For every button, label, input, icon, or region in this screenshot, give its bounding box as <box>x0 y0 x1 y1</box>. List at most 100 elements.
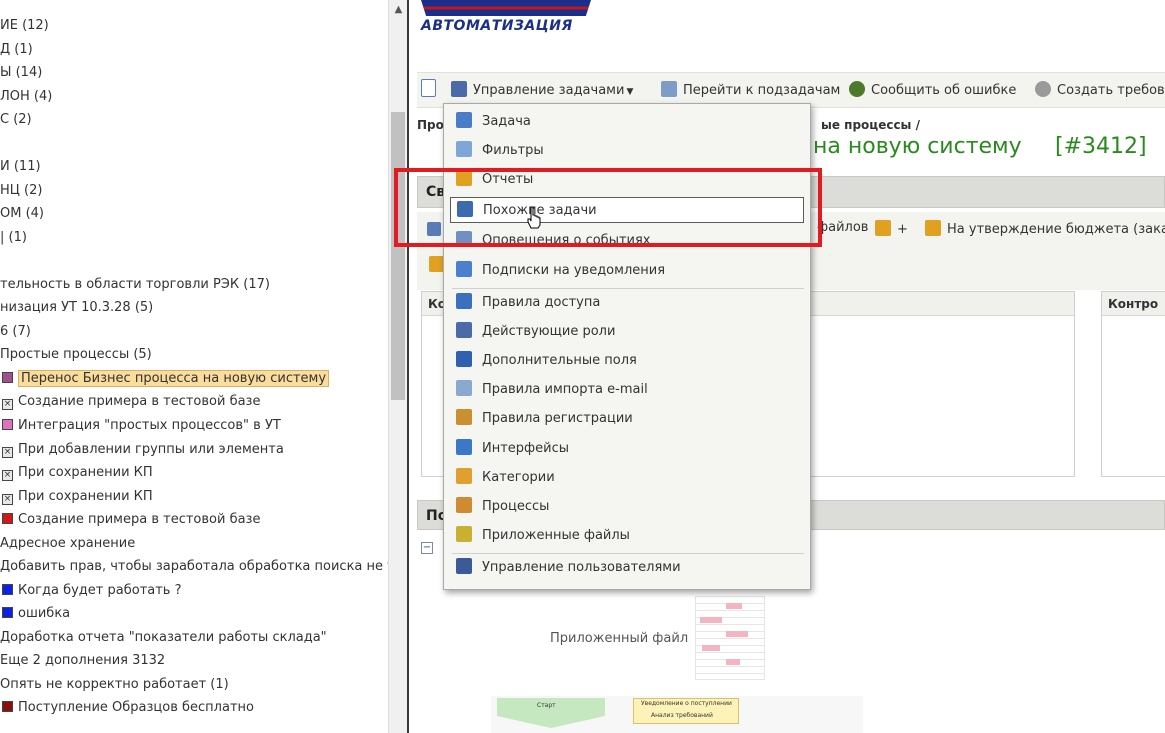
process-diagram-thumbnail[interactable]: Старт Уведомление о поступлении Анализ т… <box>491 696 863 733</box>
status-marker-icon <box>2 513 13 524</box>
tree-item[interactable]: Еще 2 дополнения 3132 <box>0 651 165 671</box>
tree-item[interactable]: Простые процессы (5) <box>0 345 152 365</box>
right-info-panel: Контро <box>1101 291 1165 477</box>
budget-approval-label: На утверждение бюджета (зака <box>947 222 1165 237</box>
menu-separator <box>452 288 804 289</box>
tree-item-label: тельность в области торговли РЭК (17) <box>0 277 270 292</box>
menu-item-email-import[interactable]: Правила импорта e-mail <box>450 377 804 403</box>
tree-item[interactable]: × При добавлении группы или элемента <box>2 440 284 460</box>
attachment-label: Приложенный файл <box>550 631 689 646</box>
collapse-toggle-icon[interactable]: − <box>421 542 433 554</box>
tree-item[interactable]: Опять не корректно работает (1) <box>0 675 229 695</box>
transition-icon <box>875 220 891 236</box>
tree-item-label: ИЕ (12) <box>0 18 49 33</box>
roles-icon <box>456 322 472 338</box>
subtasks-icon <box>661 81 677 97</box>
status-marker-icon <box>2 372 13 383</box>
go-subtasks-label: Перейти к подзадачам <box>683 83 841 98</box>
tree-item[interactable]: Поступление Образцов бесплатно <box>2 698 254 718</box>
email-import-icon <box>456 380 472 396</box>
tree-item-label: При сохранении КП <box>18 489 153 504</box>
tree-item[interactable]: НЦ (2) <box>0 181 42 201</box>
menu-item-registration[interactable]: Правила регистрации <box>450 406 804 432</box>
create-requirement-button[interactable]: Создать требов <box>1035 73 1165 109</box>
menu-item-label: Фильтры <box>482 143 544 158</box>
plus-action[interactable]: + <box>875 220 908 237</box>
tree-item[interactable]: Д (1) <box>0 40 33 60</box>
tree-item[interactable]: С (2) <box>0 110 32 130</box>
tree-item[interactable]: ОМ (4) <box>0 204 44 224</box>
attachment-icon <box>456 526 472 542</box>
tree-item-label: Когда будет работать ? <box>18 583 182 598</box>
tree-item-label: Доработка отчета "показатели работы скла… <box>0 630 327 645</box>
chevron-down-icon: ▼ <box>626 87 634 97</box>
manage-tasks-label: Управление задачами <box>473 83 625 98</box>
menu-item-access-rules[interactable]: Правила доступа <box>450 290 804 316</box>
tree-item[interactable]: тельность в области торговли РЭК (17) <box>0 275 270 295</box>
tree-item[interactable]: ошибка <box>2 604 70 624</box>
files-label: файлов <box>817 220 869 235</box>
menu-item-roles[interactable]: Действующие роли <box>450 319 804 345</box>
menu-item-label: Категории <box>482 470 555 485</box>
files-action[interactable]: файлов <box>817 220 868 235</box>
menu-item-attachment[interactable]: Приложенные файлы <box>450 523 804 549</box>
process-icon <box>456 497 472 513</box>
status-marker-icon: × <box>2 470 13 481</box>
right-panel-header: Контро <box>1102 292 1165 316</box>
menu-item-process[interactable]: Процессы <box>450 494 804 520</box>
scroll-up-icon[interactable]: ▲ <box>389 0 408 20</box>
tree-item-label: Поступление Образцов бесплатно <box>18 700 254 715</box>
report-error-button[interactable]: Сообщить об ошибке <box>849 73 1016 109</box>
menu-item-fields[interactable]: Дополнительные поля <box>450 348 804 374</box>
menu-item-interface[interactable]: Интерфейсы <box>450 436 804 462</box>
tree-item[interactable]: Добавить прав, чтобы заработала обработк… <box>0 557 388 577</box>
status-marker-icon: × <box>2 399 13 410</box>
transition-icon <box>925 220 941 236</box>
attachment-thumbnail[interactable] <box>695 596 765 680</box>
tree-scrollbar[interactable]: ▲ <box>388 0 407 733</box>
menu-item-label: Процессы <box>482 499 550 514</box>
diagram-box2-label: Анализ требований <box>651 712 713 719</box>
collapse-panel-button[interactable] <box>421 73 442 109</box>
tree-item-label: При сохранении КП <box>18 465 153 480</box>
tree-item-label: Перенос Бизнес процесса на новую систему <box>18 370 330 387</box>
tree-item[interactable]: × Создание примера в тестовой базе <box>2 392 260 412</box>
tree-item[interactable]: Доработка отчета "показатели работы скла… <box>0 628 327 648</box>
menu-item-label: Интерфейсы <box>482 441 570 456</box>
tree-item[interactable]: Ы (14) <box>0 63 42 83</box>
tree-item[interactable]: Перенос Бизнес процесса на новую систему <box>2 369 330 389</box>
tools-icon <box>451 81 467 97</box>
breadcrumb-right[interactable]: ые процессы / <box>821 118 920 132</box>
menu-item-filter[interactable]: Фильтры <box>450 138 804 164</box>
tree-item[interactable]: | (1) <box>0 228 27 248</box>
budget-approval-action[interactable]: На утверждение бюджета (зака <box>925 220 1165 237</box>
tree-item[interactable]: ЛОН (4) <box>0 87 52 107</box>
tree-item[interactable]: 6 (7) <box>0 322 31 342</box>
menu-item-categories[interactable]: Категории <box>450 465 804 491</box>
tree-item[interactable]: ИЕ (12) <box>0 16 49 36</box>
tree-item[interactable]: И (11) <box>0 157 41 177</box>
status-marker-icon <box>2 607 13 618</box>
menu-item-label: Управление пользователями <box>482 560 681 575</box>
menu-item-subscription[interactable]: Подписки на уведомления <box>450 258 804 284</box>
status-marker-icon <box>2 584 13 595</box>
menu-separator <box>452 553 804 554</box>
scroll-thumb[interactable] <box>391 112 405 400</box>
menu-item-users[interactable]: Управление пользователями <box>450 555 804 581</box>
tree-item[interactable]: Интеграция "простых процессов" в УТ <box>2 416 281 436</box>
tree-item-label: Простые процессы (5) <box>0 347 152 362</box>
tree-item[interactable]: низация УТ 10.3.28 (5) <box>0 298 153 318</box>
right-panel-title: Контро <box>1108 297 1159 311</box>
tree-item-label: ЛОН (4) <box>0 89 53 104</box>
tree-item[interactable]: Создание примера в тестовой базе <box>2 510 260 530</box>
task-icon <box>456 112 472 128</box>
tree-item[interactable]: Когда будет работать ? <box>2 581 182 601</box>
menu-item-task[interactable]: Задача <box>450 109 804 135</box>
tree-item[interactable]: × При сохранении КП <box>2 463 153 483</box>
breadcrumb-left[interactable]: Про <box>417 118 444 132</box>
tree-item[interactable]: Адресное хранение <box>0 534 135 554</box>
tree-item-label: низация УТ 10.3.28 (5) <box>0 300 154 315</box>
logo: АВТОМАТИЗАЦИЯ <box>421 0 601 40</box>
tree-item[interactable]: × При сохранении КП <box>2 487 153 507</box>
status-marker-icon: × <box>2 447 13 458</box>
